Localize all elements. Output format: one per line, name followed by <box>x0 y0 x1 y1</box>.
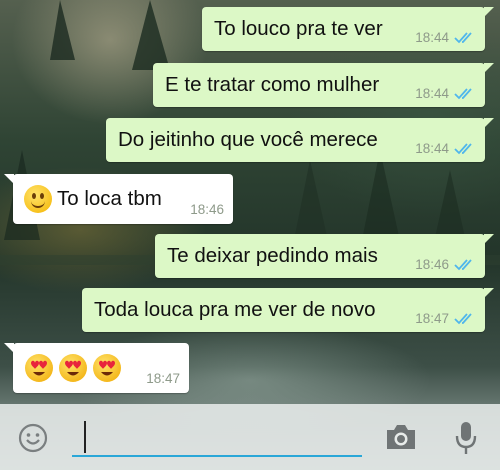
message-bubble-outgoing[interactable]: Te deixar pedindo mais 18:46 <box>155 234 494 278</box>
read-receipt-icon <box>454 88 472 100</box>
emoji-icon[interactable] <box>17 422 49 454</box>
read-receipt-icon <box>454 32 472 44</box>
read-receipt-icon <box>454 259 472 271</box>
message-bubble-incoming[interactable]: 18:47 <box>4 343 189 393</box>
message-text: E te tratar como mulher <box>165 73 380 96</box>
heart-eyes-icon <box>59 354 87 382</box>
message-bubble-outgoing[interactable]: Toda louca pra me ver de novo 18:47 <box>82 288 494 332</box>
read-receipt-icon <box>454 143 472 155</box>
heart-eyes-icon <box>93 354 121 382</box>
message-time: 18:44 <box>415 86 449 101</box>
message-time: 18:46 <box>415 257 449 272</box>
message-time: 18:47 <box>146 371 180 386</box>
message-time: 18:44 <box>415 141 449 156</box>
message-text: Do jeitinho que você merece <box>118 128 378 151</box>
microphone-icon[interactable] <box>453 420 479 456</box>
input-underline <box>72 455 362 457</box>
heart-eyes-icon <box>25 354 53 382</box>
smiling-face-icon <box>24 185 52 213</box>
camera-icon[interactable] <box>384 422 418 452</box>
message-text: Toda louca pra me ver de novo <box>94 298 376 321</box>
text-caret <box>84 421 86 453</box>
message-bubble-outgoing[interactable]: To louco pra te ver 18:44 <box>202 7 494 51</box>
message-text: Te deixar pedindo mais <box>167 244 378 267</box>
message-text: To loca tbm <box>57 187 162 210</box>
message-time: 18:46 <box>190 202 224 217</box>
message-input[interactable] <box>72 418 376 454</box>
message-time: 18:47 <box>415 311 449 326</box>
message-time: 18:44 <box>415 30 449 45</box>
message-bubble-incoming[interactable]: To loca tbm 18:46 <box>4 174 233 224</box>
message-text: To louco pra te ver <box>214 17 383 40</box>
message-bubble-outgoing[interactable]: E te tratar como mulher 18:44 <box>153 63 494 107</box>
message-bubble-outgoing[interactable]: Do jeitinho que você merece 18:44 <box>106 118 494 162</box>
read-receipt-icon <box>454 313 472 325</box>
